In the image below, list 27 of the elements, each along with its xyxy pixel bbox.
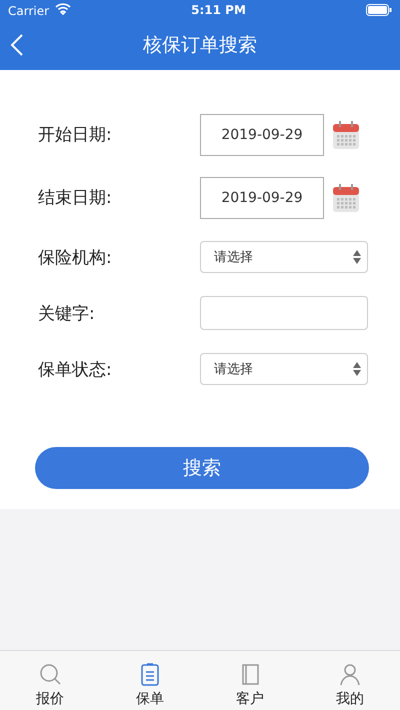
person-icon xyxy=(338,662,362,686)
battery-icon xyxy=(366,4,392,16)
date-field[interactable]: 2019-09-29 xyxy=(200,176,324,218)
tab-item[interactable]: 客户 xyxy=(200,651,300,710)
field-label: 关键字: xyxy=(38,302,96,324)
status-time: 5:11 PM xyxy=(191,3,246,17)
select-field[interactable]: 请选择 xyxy=(200,241,368,273)
tab-item[interactable]: 我的 xyxy=(300,651,400,710)
search-button[interactable]: 搜索 xyxy=(35,447,369,489)
carrier-text: Carrier xyxy=(8,2,72,18)
search-icon xyxy=(38,662,62,686)
field-label: 保险机构: xyxy=(38,246,113,268)
back-icon[interactable] xyxy=(10,33,24,57)
field-label: 开始日期: xyxy=(38,124,113,146)
field-label: 保单状态: xyxy=(38,358,113,380)
select-field[interactable]: 请选择 xyxy=(200,353,368,385)
wifi-icon xyxy=(55,2,72,14)
keyword-field[interactable] xyxy=(200,296,368,330)
page-title: 核保订单搜索 xyxy=(143,33,257,58)
field-label: 结束日期: xyxy=(38,187,113,209)
date-field[interactable]: 2019-09-29 xyxy=(200,114,324,156)
tab-item[interactable]: 报价 xyxy=(0,651,100,710)
tab-item[interactable]: 保单 xyxy=(100,651,200,710)
dropdown-arrows-icon xyxy=(353,362,361,376)
dropdown-arrows-icon xyxy=(353,250,361,264)
calendar-icon[interactable] xyxy=(332,182,360,212)
calendar-icon[interactable] xyxy=(332,120,360,150)
